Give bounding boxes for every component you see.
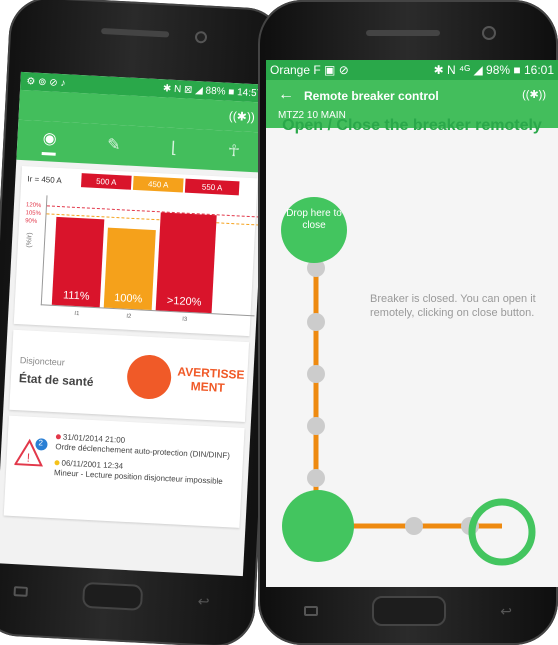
back-icon[interactable]: ↩ xyxy=(197,592,210,610)
chart-area: 111% 100% >120% xyxy=(40,195,261,317)
right-phone-screen: Orange F ▣ ⊘ ✱ N ⁴ᴳ ◢ 98% ■ 16:01 ← Remo… xyxy=(266,60,558,587)
home-button[interactable] xyxy=(372,596,447,626)
breaker-info-text: Breaker is closed. You can open it remot… xyxy=(370,293,536,319)
track-dot-2 xyxy=(307,313,325,331)
left-status-right: ✱ N ⊠ ◢ 88% ■ 14:57 xyxy=(162,82,263,99)
breaker-label: Disjoncteur xyxy=(19,355,66,368)
alarm-card[interactable]: ! 2 31/01/2014 21:00 Ordre déclenchement… xyxy=(3,415,245,528)
track-dot-5 xyxy=(307,469,325,487)
bar-label-i3: >120% xyxy=(166,294,202,309)
x-label-i1: I1 xyxy=(74,310,80,318)
right-nav-bar: ↩ xyxy=(304,591,512,631)
head-label-i2: 450 A xyxy=(132,175,184,193)
drop-here-label[interactable]: Drop here to close xyxy=(286,208,342,232)
recent-apps-icon[interactable] xyxy=(13,586,28,597)
x-label-i3: I3 xyxy=(182,316,188,323)
health-labels: Disjoncteur État de santé xyxy=(19,355,128,391)
left-phone: ⚙ ⊚ ⊘ ♪ ✱ N ⊠ ◢ 88% ■ 14:57 ((✱)) ◉ ✎ ⌊ … xyxy=(0,0,287,645)
breaker-handle xyxy=(282,490,354,562)
head-label-i3: 550 A xyxy=(184,178,240,196)
pct-mark-105: 105% xyxy=(25,210,42,218)
open-target-ring xyxy=(468,498,536,566)
warning-status-circle xyxy=(126,353,173,401)
right-phone-camera xyxy=(482,26,496,40)
svg-text:!: ! xyxy=(26,451,30,465)
left-status-icons: ⚙ ⊚ ⊘ ♪ xyxy=(26,75,66,89)
current-chart-card: Ir = 450 A 500 A 450 A 550 A (%Ir) 120% … xyxy=(13,166,261,337)
ir-label: Ir = 450 A xyxy=(27,174,63,186)
right-phone-speaker xyxy=(366,30,440,36)
bar-i2: 100% xyxy=(103,227,156,311)
bar-i3: >120% xyxy=(155,212,217,314)
health-card[interactable]: Disjoncteur État de santé AVERTISSE MENT xyxy=(9,329,250,423)
breaker-slider-track xyxy=(281,197,536,566)
warning-triangle-icon: ! 2 xyxy=(12,436,56,518)
chart-icon[interactable]: ⌊ xyxy=(171,138,178,158)
head-label-i1: 500 A xyxy=(80,173,132,190)
bar-i1: 111% xyxy=(51,216,105,308)
left-phone-screen: ⚙ ⊚ ⊘ ♪ ✱ N ⊠ ◢ 88% ■ 14:57 ((✱)) ◉ ✎ ⌊ … xyxy=(0,71,269,577)
pct-mark-120: 120% xyxy=(25,202,42,210)
bluetooth-icon[interactable]: ((✱)) xyxy=(229,109,256,124)
track-dot-3 xyxy=(307,365,325,383)
wrench-icon[interactable]: ✎ xyxy=(107,134,121,155)
stage: ⚙ ⊚ ⊘ ♪ ✱ N ⊠ ◢ 88% ■ 14:57 ((✱)) ◉ ✎ ⌊ … xyxy=(0,0,558,645)
eye-icon[interactable]: ◉ xyxy=(41,127,58,156)
right-phone: Orange F ▣ ⊘ ✱ N ⁴ᴳ ◢ 98% ■ 16:01 ← Remo… xyxy=(258,0,558,645)
person-icon[interactable]: ☥ xyxy=(227,141,240,162)
x-label-i2: I2 xyxy=(126,313,132,320)
track-dot-6 xyxy=(405,517,423,535)
track-dot-4 xyxy=(307,417,325,435)
y-axis-label: (%Ir) xyxy=(25,232,34,248)
warning-status-text: AVERTISSE MENT xyxy=(177,364,245,395)
back-icon[interactable]: ↩ xyxy=(500,603,512,620)
alarm-badge: 2 xyxy=(38,438,44,448)
bar-label-i1: 111% xyxy=(62,289,90,303)
health-state-label: État de santé xyxy=(18,371,94,390)
bar-label-i2: 100% xyxy=(113,292,143,306)
alarm-list: 31/01/2014 21:00 Ordre déclenchement aut… xyxy=(52,432,236,527)
pct-mark-90: 90% xyxy=(24,218,38,225)
home-button[interactable] xyxy=(82,581,144,611)
recent-apps-icon[interactable] xyxy=(304,606,318,616)
